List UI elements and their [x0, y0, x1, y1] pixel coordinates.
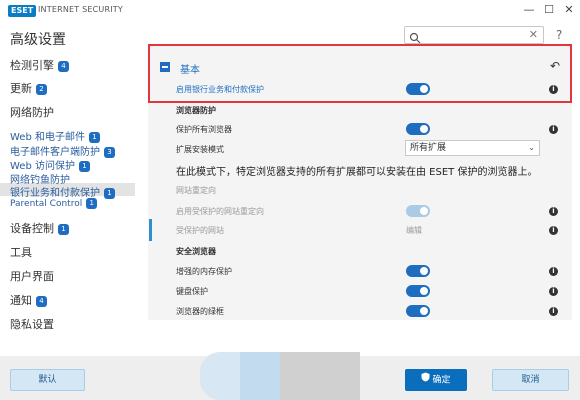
- blurred-region: [280, 352, 360, 400]
- extension-mode-select[interactable]: 所有扩展 ⌄: [405, 140, 540, 156]
- eset-logo: ESET: [8, 5, 37, 17]
- sidebar-badge: 1: [58, 223, 69, 235]
- extension-mode-note: 在此模式下，特定浏览器支持的所有扩展都可以安装在由 ESET 保护的浏览器上。: [176, 167, 538, 178]
- sidebar-badge: 4: [58, 60, 69, 72]
- sidebar-item-web-access-protection[interactable]: Web 访问保护 1: [10, 157, 90, 172]
- scroll-indicator: [149, 219, 152, 241]
- help-icon[interactable]: ?: [556, 28, 562, 42]
- sidebar-badge: 1: [88, 131, 100, 143]
- info-icon[interactable]: i: [549, 287, 558, 296]
- info-icon[interactable]: i: [549, 226, 558, 235]
- title-bar: ESET INTERNET SECURITY — ☐ ✕: [0, 0, 580, 22]
- secure-browser-heading: 安全浏览器: [176, 247, 216, 256]
- app-title: INTERNET SECURITY: [38, 5, 123, 14]
- sidebar-item-web-email[interactable]: Web 和电子邮件 1: [10, 128, 100, 143]
- info-icon[interactable]: i: [549, 125, 558, 134]
- sidebar-item-update[interactable]: 更新 2: [10, 80, 47, 96]
- page-title: 高级设置: [10, 32, 66, 48]
- sidebar-item-notifications[interactable]: 通知 4: [10, 292, 47, 308]
- redirect-heading: 网站重定向: [176, 186, 216, 195]
- sidebar-item-email-client-protection[interactable]: 电子邮件客户端防护 3: [10, 143, 115, 158]
- search-input[interactable]: ✕: [404, 26, 544, 44]
- blurred-region: [240, 352, 280, 400]
- keyboard-protection-label: 键盘保护: [176, 287, 208, 296]
- ok-button[interactable]: 确定: [405, 369, 467, 391]
- sidebar-badge: 2: [36, 83, 47, 95]
- cancel-button[interactable]: 取消: [492, 369, 569, 391]
- redirect-enable-label: 启用受保护的网站重定向: [176, 207, 264, 216]
- clear-search-icon[interactable]: ✕: [529, 28, 538, 41]
- memory-protection-toggle[interactable]: [406, 265, 430, 277]
- info-icon[interactable]: i: [549, 207, 558, 216]
- sidebar-badge: 3: [104, 146, 115, 158]
- extension-mode-label: 扩展安装模式: [176, 145, 224, 154]
- green-frame-toggle[interactable]: [406, 305, 430, 317]
- blurred-region: [200, 352, 240, 400]
- sidebar-item-privacy[interactable]: 隐私设置: [10, 316, 54, 332]
- minimize-button[interactable]: —: [520, 2, 538, 18]
- memory-protection-label: 增强的内存保护: [176, 267, 232, 276]
- sidebar-badge: 1: [104, 187, 115, 199]
- sidebar-badge: 4: [36, 295, 47, 307]
- info-icon[interactable]: i: [549, 307, 558, 316]
- protect-all-browsers-toggle[interactable]: [406, 123, 430, 135]
- info-icon[interactable]: i: [549, 267, 558, 276]
- sidebar-item-device-control[interactable]: 设备控制 1: [10, 220, 69, 236]
- sidebar-item-parental-control[interactable]: Parental Control 1: [10, 198, 98, 209]
- maximize-button[interactable]: ☐: [540, 2, 558, 18]
- protect-all-browsers-label: 保护所有浏览器: [176, 125, 232, 134]
- redirect-enable-toggle: [406, 205, 430, 217]
- sidebar-item-detection-engine[interactable]: 检测引擎 4: [10, 57, 69, 73]
- sidebar-badge: 1: [78, 160, 90, 172]
- keyboard-protection-toggle[interactable]: [406, 285, 430, 297]
- edit-link: 编辑: [406, 226, 422, 235]
- sidebar-item-tools[interactable]: 工具: [10, 244, 32, 260]
- enable-banking-toggle[interactable]: [406, 83, 430, 95]
- close-button[interactable]: ✕: [560, 2, 578, 18]
- green-frame-label: 浏览器的绿框: [176, 307, 224, 316]
- enable-banking-label: 启用银行业务和付款保护: [176, 85, 264, 94]
- protected-sites-label: 受保护的网站: [176, 226, 224, 235]
- sidebar-item-banking-protection[interactable]: 银行业务和付款保护 1: [10, 184, 115, 199]
- sidebar-badge: 1: [86, 198, 98, 209]
- chevron-down-icon: ⌄: [528, 143, 535, 152]
- shield-icon: [421, 370, 430, 390]
- info-icon[interactable]: i: [549, 85, 558, 94]
- sidebar-item-user-interface[interactable]: 用户界面: [10, 268, 54, 284]
- default-button[interactable]: 默认: [10, 369, 85, 391]
- browser-protection-heading: 浏览器防护: [176, 106, 216, 115]
- sidebar-item-network-protection[interactable]: 网络防护: [10, 104, 54, 120]
